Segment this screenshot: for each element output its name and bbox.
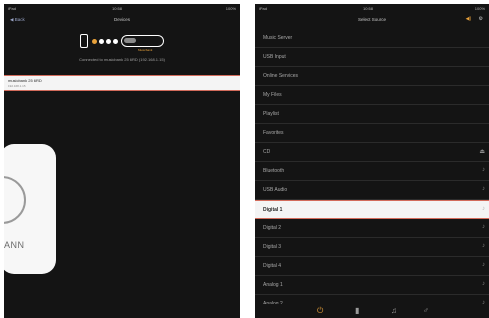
device-row[interactable]: musicbank 25 6RD 192.168.1.15 bbox=[4, 75, 240, 91]
settings-gear-icon[interactable]: ⚙ bbox=[479, 16, 483, 22]
source-item[interactable]: Digital 3 ♪ bbox=[255, 238, 489, 257]
source-item[interactable]: Online Services bbox=[255, 67, 489, 86]
source-list: Music Server USB Input Online Services My F… bbox=[255, 29, 489, 314]
source-item[interactable]: Favorites bbox=[255, 124, 489, 143]
source-item-label: Bluetooth bbox=[263, 168, 285, 174]
status-time: 10:58 bbox=[363, 6, 374, 11]
status-bar: iPad 10:58 100% bbox=[4, 4, 240, 13]
source-item[interactable]: Music Server bbox=[255, 29, 489, 48]
select-source-screen: iPad 10:58 100% Select Source ◀) ⚙ Music… bbox=[255, 4, 489, 318]
library-tab-icon[interactable]: ▮ bbox=[355, 306, 359, 315]
page-title: Devices bbox=[113, 17, 130, 22]
logo-ring-icon bbox=[4, 176, 26, 224]
music-tab-icon[interactable]: ♫ bbox=[391, 306, 397, 315]
music-note-icon[interactable]: ♪ bbox=[482, 224, 485, 230]
status-carrier: iPad bbox=[259, 6, 268, 11]
music-note-icon[interactable]: ♪ bbox=[482, 281, 485, 287]
progress-dot bbox=[99, 39, 104, 44]
status-carrier: iPad bbox=[8, 6, 17, 11]
music-note-icon[interactable]: ♪ bbox=[482, 186, 485, 192]
device-address: 192.168.1.15 bbox=[8, 84, 26, 88]
device-name: musicbank 25 6RD bbox=[8, 78, 42, 83]
status-bar: iPad 10:58 100% bbox=[255, 4, 489, 13]
source-item-label: Analog 1 bbox=[263, 282, 283, 288]
source-item-label: Playlist bbox=[263, 111, 279, 117]
speaker-label: Musicbank bbox=[138, 48, 153, 52]
source-item-label: My Files bbox=[263, 92, 282, 98]
source-item-label: USB Audio bbox=[263, 187, 288, 193]
speaker-display bbox=[124, 38, 136, 43]
source-item[interactable]: Analog 1 ♪ bbox=[255, 276, 489, 295]
source-item[interactable]: Digital 1 ♪ bbox=[255, 200, 489, 219]
source-item[interactable]: USB Input bbox=[255, 48, 489, 67]
progress-dot bbox=[106, 39, 111, 44]
connection-status-text: Connected to musicbank 25 6RD (192.168.1… bbox=[79, 57, 165, 62]
devices-navbar: ◀ Back Devices bbox=[4, 13, 240, 27]
source-item-label: Music Server bbox=[263, 35, 293, 41]
source-navbar: Select Source ◀) ⚙ bbox=[255, 13, 489, 27]
progress-dot bbox=[92, 39, 97, 44]
source-item[interactable]: Digital 2 ♪ bbox=[255, 219, 489, 238]
speaker-volume-icon[interactable]: ◀) bbox=[466, 16, 472, 22]
settings-tab-icon[interactable]: ♂ bbox=[423, 306, 429, 315]
music-note-icon[interactable]: ♪ bbox=[482, 243, 485, 249]
source-item-label: Digital 2 bbox=[263, 225, 282, 231]
progress-dot bbox=[113, 39, 118, 44]
source-item[interactable]: USB Audio ♪ bbox=[255, 181, 489, 200]
status-time: 10:58 bbox=[112, 6, 123, 11]
source-item-label: Digital 1 bbox=[263, 207, 283, 213]
source-item-label: USB Input bbox=[263, 54, 286, 60]
source-tab-icon[interactable]: ⏻ bbox=[317, 306, 323, 316]
music-note-icon[interactable]: ♪ bbox=[482, 206, 485, 212]
source-item-label: Digital 3 bbox=[263, 244, 282, 250]
source-item[interactable]: My Files bbox=[255, 86, 489, 105]
status-battery: 100% bbox=[225, 6, 236, 11]
page-title: Select Source bbox=[357, 17, 386, 22]
app-brand-text: ANN bbox=[4, 240, 25, 250]
music-note-icon[interactable]: ♪ bbox=[482, 167, 485, 173]
source-item-label: CD bbox=[263, 149, 271, 155]
connection-graphic: Musicbank bbox=[80, 34, 200, 54]
eject-icon[interactable]: ⏏ bbox=[479, 148, 485, 155]
speaker-icon bbox=[121, 35, 164, 47]
source-item[interactable]: Playlist bbox=[255, 105, 489, 124]
music-note-icon[interactable]: ♪ bbox=[482, 262, 485, 268]
source-item[interactable]: CD ⏏ bbox=[255, 143, 489, 162]
source-item[interactable]: Digital 4 ♪ bbox=[255, 257, 489, 276]
source-item-label: Digital 4 bbox=[263, 263, 282, 269]
source-item[interactable]: Bluetooth ♪ bbox=[255, 162, 489, 181]
phone-icon bbox=[80, 34, 88, 48]
status-battery: 100% bbox=[474, 6, 485, 11]
tab-bar: ⏻ ▮ ♫ ♂ bbox=[255, 304, 489, 318]
source-item-label: Online Services bbox=[263, 73, 299, 79]
devices-screen: iPad 10:58 100% ◀ Back Devices Musicbank… bbox=[4, 4, 240, 318]
source-item-label: Favorites bbox=[263, 130, 284, 136]
app-logo-tile: ANN bbox=[4, 144, 56, 274]
